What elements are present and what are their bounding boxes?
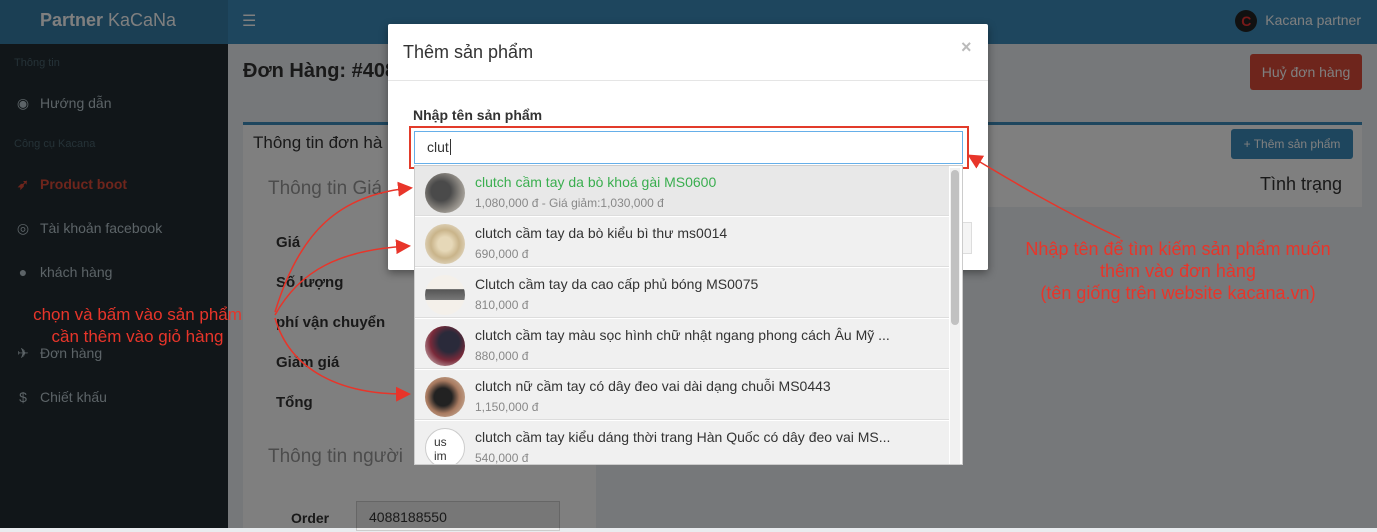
arrow-to-item-1 bbox=[274, 181, 413, 313]
annotation-arrows bbox=[274, 154, 1121, 402]
arrow-to-item-2 bbox=[274, 239, 411, 316]
arrow-to-item-5 bbox=[274, 317, 411, 402]
arrow-to-search-input bbox=[967, 154, 1121, 239]
